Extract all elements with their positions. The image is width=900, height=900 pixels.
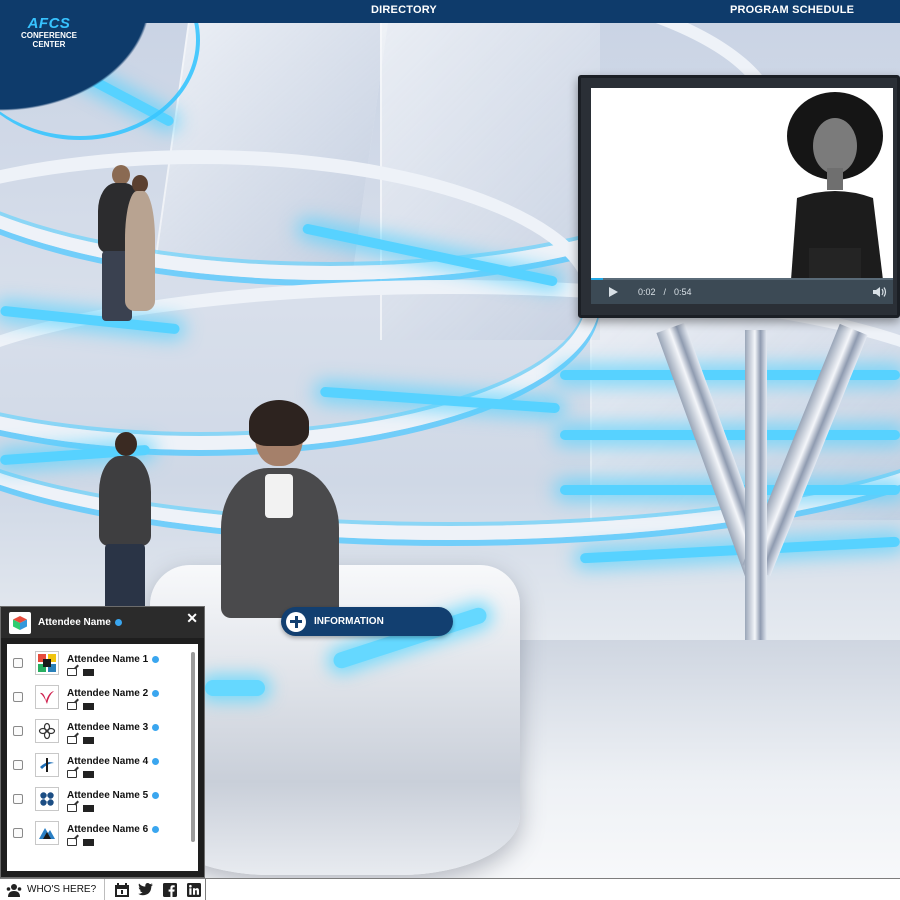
message-icon[interactable] (83, 839, 94, 846)
afcs-logo[interactable]: AFCS CONFERENCE CENTER (14, 16, 84, 49)
video-player: 0:02 / 0:54 (578, 75, 900, 318)
play-icon[interactable] (609, 287, 618, 297)
attendee-actions (67, 668, 94, 676)
attendee-checkbox[interactable] (13, 658, 23, 668)
information-label: INFORMATION (314, 616, 384, 627)
bottom-bar: WHO'S HERE? (0, 878, 900, 900)
attendee-list-frame: Attendee Name 1 Attendee Name 2 Attendee N… (1, 638, 204, 877)
note-icon[interactable] (67, 770, 77, 778)
flower-logo (35, 719, 59, 743)
light-strip (560, 430, 900, 440)
whos-here-button[interactable]: WHO'S HERE? (6, 883, 96, 897)
attendee-row[interactable]: Attendee Name 2 (7, 684, 198, 718)
message-icon[interactable] (83, 771, 94, 778)
attendee-name[interactable]: Attendee Name 2 (67, 688, 160, 699)
man-standing (95, 432, 155, 622)
attendee-name-text: Attendee Name 3 (67, 722, 149, 733)
video-duration: 0:54 (674, 287, 692, 297)
attendee-checkbox[interactable] (13, 828, 23, 838)
attendee-row[interactable]: Attendee Name 5 (7, 786, 198, 820)
mountain-logo (35, 821, 59, 845)
couple-on-balcony (70, 165, 160, 330)
video-current-time: 0:02 (638, 287, 656, 297)
video-screen[interactable] (591, 88, 893, 280)
attendee-row[interactable]: Attendee Name 6 (7, 820, 198, 854)
desk-light (205, 680, 265, 696)
linkedin-icon[interactable] (186, 882, 201, 897)
nav-program-schedule-link[interactable]: PROGRAM SCHEDULE (730, 4, 854, 16)
attendee-actions (67, 702, 94, 710)
online-status-dot (152, 757, 160, 765)
attendee-name-text: Attendee Name 2 (67, 688, 149, 699)
online-status-dot (152, 723, 160, 731)
note-icon[interactable] (67, 702, 77, 710)
attendee-name[interactable]: Attendee Name 4 (67, 756, 160, 767)
nav-directory-link[interactable]: DIRECTORY (371, 4, 437, 16)
close-icon[interactable]: ✕ (186, 610, 198, 627)
sculpture (745, 330, 767, 670)
note-icon[interactable] (67, 838, 77, 846)
note-icon[interactable] (67, 804, 77, 812)
red-v-logo (35, 685, 59, 709)
attendee-name-text: Attendee Name 4 (67, 756, 149, 767)
note-icon[interactable] (67, 736, 77, 744)
logo-line-1: CONFERENCE (20, 31, 77, 40)
attendee-row[interactable]: Attendee Name 1 (7, 650, 198, 684)
attendee-name[interactable]: Attendee Name 6 (67, 824, 160, 835)
message-icon[interactable] (83, 805, 94, 812)
online-status-dot (152, 825, 160, 833)
note-icon[interactable] (67, 668, 77, 676)
video-time-separator: / (663, 287, 667, 297)
information-button[interactable]: INFORMATION (281, 607, 453, 636)
attendee-name-text: Attendee Name 6 (67, 824, 149, 835)
attendee-actions (67, 804, 94, 812)
attendee-checkbox[interactable] (13, 794, 23, 804)
attendee-checkbox[interactable] (13, 692, 23, 702)
attendee-name[interactable]: Attendee Name 5 (67, 790, 160, 801)
colored-squares-logo (35, 651, 59, 675)
message-icon[interactable] (83, 703, 94, 710)
attendee-name[interactable]: Attendee Name 1 (67, 654, 160, 665)
receptionist (215, 400, 345, 618)
logo-wordmark: AFCS (27, 15, 71, 32)
top-navigation-bar: DIRECTORY PROGRAM SCHEDULE (0, 0, 900, 23)
online-status-dot (114, 619, 122, 626)
attendee-actions (67, 736, 94, 744)
logo-line-2: CENTER (32, 40, 66, 49)
attendee-name[interactable]: Attendee Name 3 (67, 722, 160, 733)
attendee-checkbox[interactable] (13, 726, 23, 736)
attendee-list-scrollbar[interactable] (191, 652, 195, 842)
cube-avatar-icon (9, 611, 31, 634)
panel-divider (205, 879, 206, 900)
attendee-name-text: Attendee Name 5 (67, 790, 149, 801)
video-controls: 0:02 / 0:54 (591, 280, 893, 304)
online-status-dot (152, 689, 160, 697)
attendee-row[interactable]: Attendee Name 3 (7, 718, 198, 752)
people-icon (6, 883, 22, 897)
plus-icon (286, 611, 306, 632)
attendee-list[interactable]: Attendee Name 1 Attendee Name 2 Attendee N… (7, 644, 198, 871)
presenter-video-frame (591, 88, 893, 280)
blue-knot-logo (35, 787, 59, 811)
blue-swoosh-logo (35, 753, 59, 777)
attendee-row[interactable]: Attendee Name 4 (7, 752, 198, 786)
message-icon[interactable] (83, 737, 94, 744)
message-icon[interactable] (83, 669, 94, 676)
attendee-name-text: Attendee Name 1 (67, 654, 149, 665)
whos-here-label: WHO'S HERE? (27, 884, 97, 895)
attendee-panel: Attendee Name ✕ Attendee Name 1 Attendee … (0, 606, 205, 878)
attendee-actions (67, 770, 94, 778)
separator (104, 878, 106, 900)
attendee-panel-header: Attendee Name ✕ (1, 607, 204, 638)
online-status-dot (152, 791, 160, 799)
online-status-dot (152, 655, 160, 663)
volume-icon[interactable] (873, 286, 887, 298)
attendee-actions (67, 838, 94, 846)
attendee-panel-title: Attendee Name (38, 617, 111, 628)
twitter-icon[interactable] (138, 882, 154, 897)
attendee-checkbox[interactable] (13, 760, 23, 770)
facebook-icon[interactable] (162, 882, 177, 897)
calendar-icon[interactable] (114, 882, 129, 897)
